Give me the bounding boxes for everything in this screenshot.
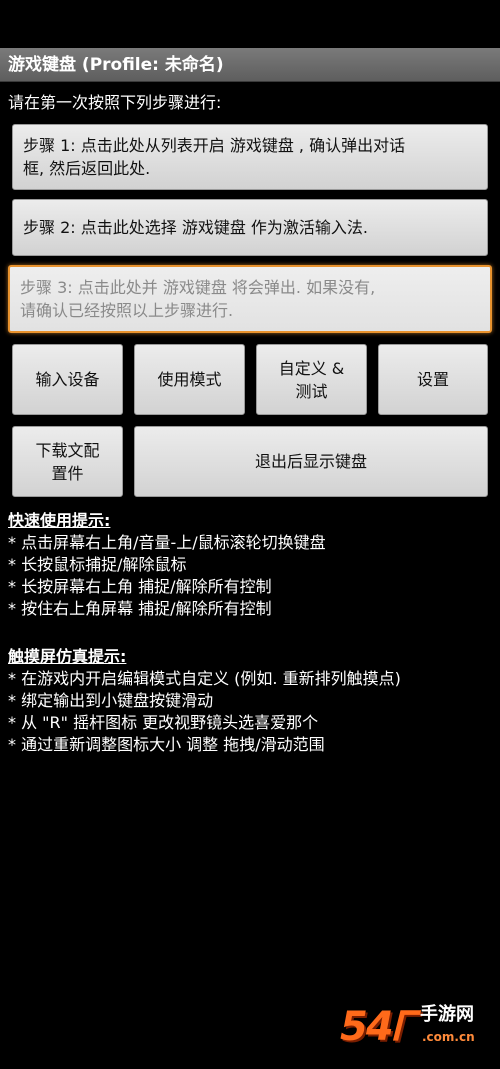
step-3-button[interactable]: 步骤 3: 点击此处并 游戏键盘 将会弹出. 如果没有, 请确认已经按照以上步骤… (8, 265, 492, 333)
step-2-button[interactable]: 步骤 2: 点击此处选择 游戏键盘 作为激活输入法. (12, 199, 488, 256)
watermark-number: 54Ꮁ (340, 1004, 415, 1050)
quick-tip-item: * 长按鼠标捕捉/解除鼠标 (8, 555, 187, 574)
status-bar (0, 0, 500, 48)
quick-tip-item: * 点击屏幕右上角/音量-上/鼠标滚轮切换键盘 (8, 533, 326, 552)
site-watermark-logo: 54Ꮁ 手游网 .com.cn (340, 999, 490, 1059)
app-title: 游戏键盘 (Profile: 未命名) (8, 55, 224, 75)
app-title-bar: 游戏键盘 (Profile: 未命名) (0, 48, 500, 82)
download-config-button[interactable]: 下载文配 置件 (12, 426, 123, 497)
quick-tips-title: 快速使用提示: (8, 511, 111, 530)
watermark-domain: .com.cn (422, 1030, 475, 1044)
step-1-button[interactable]: 步骤 1: 点击此处从列表开启 游戏键盘 , 确认弹出对话 框, 然后返回此处. (12, 124, 488, 190)
touch-tip-item: * 从 "R" 摇杆图标 更改视野镜头选喜爱那个 (8, 713, 319, 732)
quick-tip-item: * 长按屏幕右上角 捕捉/解除所有控制 (8, 577, 272, 596)
use-mode-label: 使用模式 (157, 370, 222, 389)
touch-tips-section: 触摸屏仿真提示: * 在游戏内开启编辑模式自定义 (例如. 重新排列触摸点) *… (8, 646, 401, 756)
quick-tips-section: 快速使用提示: * 点击屏幕右上角/音量-上/鼠标滚轮切换键盘 * 长按鼠标捕捉… (8, 510, 326, 620)
exit-show-keyboard-button[interactable]: 退出后显示键盘 (134, 426, 488, 497)
exit-show-keyboard-label: 退出后显示键盘 (254, 452, 367, 471)
step-3-label: 步骤 3: 点击此处并 游戏键盘 将会弹出. 如果没有, 请确认已经按照以上步骤… (20, 278, 376, 320)
customize-test-label: 自定义 & 测试 (278, 358, 345, 401)
touch-tip-item: * 通过重新调整图标大小 调整 拖拽/滑动范围 (8, 735, 325, 754)
input-device-label: 输入设备 (35, 370, 100, 389)
use-mode-button[interactable]: 使用模式 (134, 344, 245, 415)
quick-tip-item: * 按住右上角屏幕 捕捉/解除所有控制 (8, 599, 272, 618)
settings-button[interactable]: 设置 (378, 344, 488, 415)
customize-test-button[interactable]: 自定义 & 测试 (256, 344, 367, 415)
touch-tip-item: * 在游戏内开启编辑模式自定义 (例如. 重新排列触摸点) (8, 669, 401, 688)
setup-instruction: 请在第一次按照下列步骤进行: (8, 93, 222, 112)
touch-tips-title: 触摸屏仿真提示: (8, 647, 127, 666)
input-device-button[interactable]: 输入设备 (12, 344, 123, 415)
step-1-label: 步骤 1: 点击此处从列表开启 游戏键盘 , 确认弹出对话 框, 然后返回此处. (23, 136, 406, 178)
settings-label: 设置 (416, 370, 449, 389)
download-config-label: 下载文配 置件 (35, 440, 100, 483)
step-2-label: 步骤 2: 点击此处选择 游戏键盘 作为激活输入法. (23, 218, 369, 237)
watermark-text: 手游网 (420, 1004, 474, 1025)
touch-tip-item: * 绑定输出到小键盘按键滑动 (8, 691, 214, 710)
